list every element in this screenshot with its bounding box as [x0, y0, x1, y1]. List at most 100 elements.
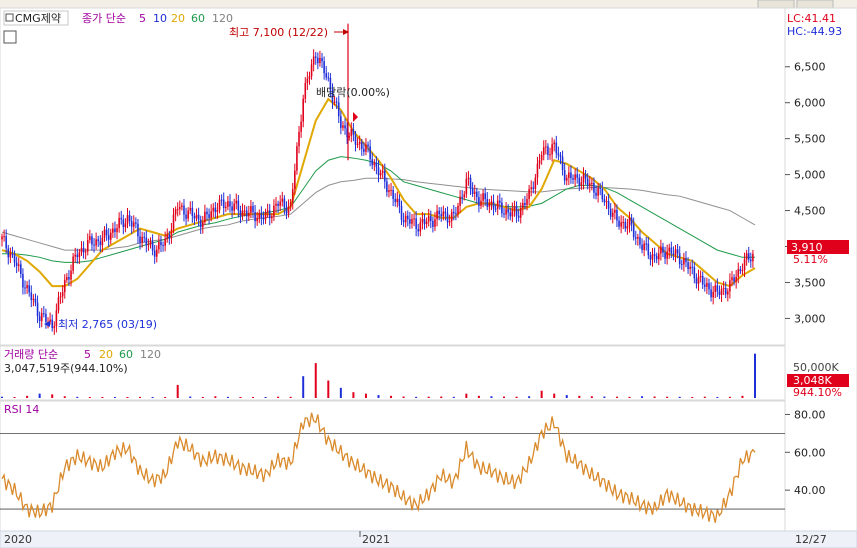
candle-body — [197, 214, 200, 220]
candle-body — [576, 174, 579, 178]
candle-body — [639, 237, 641, 245]
candle-body — [344, 125, 346, 129]
candle-body — [588, 183, 591, 186]
candle-body — [118, 217, 120, 229]
candle-body — [160, 241, 162, 246]
candle-body — [545, 146, 547, 148]
candle-body — [582, 174, 585, 183]
candle-body — [283, 198, 286, 208]
candle-body — [494, 208, 497, 210]
lc-label: LC:41.41 — [787, 12, 836, 25]
price-tick-label: 3,000 — [794, 312, 826, 325]
volume-bar — [528, 396, 531, 398]
candle-body — [68, 277, 70, 280]
volume-bar — [390, 395, 393, 398]
candle-body — [419, 222, 422, 232]
candle-body — [233, 203, 235, 211]
candle-body — [737, 269, 740, 277]
volume-bar — [226, 396, 229, 398]
candle-body — [599, 188, 602, 190]
candle-body — [515, 206, 518, 216]
candle-body — [674, 249, 677, 255]
candle-body — [99, 241, 102, 246]
candle-body — [80, 247, 83, 253]
price-tick-label: 4,500 — [794, 205, 826, 218]
candle-body — [704, 284, 706, 287]
candle-body — [312, 56, 315, 65]
x-axis-bar — [0, 530, 857, 548]
candle-body — [40, 313, 43, 322]
volume-bar — [151, 397, 154, 398]
candle-body — [693, 267, 696, 279]
candle-body — [279, 201, 281, 206]
price-tick-label: 3,500 — [794, 276, 826, 289]
candle-body — [74, 254, 77, 257]
volume-bar — [578, 395, 581, 398]
candle-body — [317, 57, 319, 64]
candle-body — [553, 142, 555, 145]
rsi-panel — [0, 400, 786, 532]
hc-label: HC:-44.93 — [787, 25, 842, 38]
candle-body — [275, 203, 277, 206]
candle-body — [680, 264, 683, 266]
candle-body — [724, 287, 727, 295]
candle-body — [363, 148, 365, 152]
volume-bar — [628, 396, 631, 398]
volume-bar — [327, 380, 330, 398]
candle-body — [499, 200, 501, 203]
candle-body — [231, 206, 233, 211]
candle-body — [13, 253, 16, 263]
candle-body — [206, 211, 208, 215]
candle-body — [229, 201, 231, 207]
candle-body — [718, 291, 721, 295]
candle-body — [82, 247, 85, 253]
candle-body — [137, 223, 139, 237]
candle-body — [243, 210, 246, 212]
candle-body — [618, 220, 620, 227]
candle-body — [473, 191, 476, 194]
checkbox-icon[interactable] — [5, 13, 14, 22]
candle-body — [281, 198, 284, 202]
volume-bar — [314, 363, 317, 398]
candle-body — [676, 249, 679, 254]
candle-body — [348, 135, 351, 138]
candle-body — [448, 221, 451, 223]
candle-body — [149, 241, 152, 245]
candle-body — [342, 125, 344, 128]
candle-body — [745, 253, 748, 260]
candle-body — [634, 237, 637, 239]
candle-body — [356, 144, 359, 146]
volume-bar — [728, 396, 731, 398]
candle-body — [335, 101, 338, 103]
candle-body — [235, 200, 238, 204]
candle-body — [480, 200, 482, 206]
candle-body — [394, 198, 397, 203]
ma120-legend: 120 — [212, 12, 233, 25]
candle-body — [662, 246, 664, 253]
buy-button[interactable] — [757, 0, 795, 9]
candle-body — [105, 229, 108, 236]
candle-body — [503, 213, 505, 215]
candle-body — [11, 253, 14, 255]
rsi-tick-label: 60.00 — [794, 446, 826, 459]
vol-ma120-legend: 120 — [140, 348, 161, 361]
candle-body — [321, 57, 323, 62]
candle-body — [406, 215, 409, 220]
candle-body — [505, 209, 507, 215]
sell-button[interactable] — [796, 0, 834, 9]
candle-body — [547, 146, 549, 155]
candle-body — [501, 202, 503, 214]
candle-body — [78, 252, 81, 258]
candle-body — [109, 232, 112, 240]
candle-body — [586, 178, 589, 186]
candle-body — [306, 78, 309, 83]
candle-body — [496, 200, 499, 209]
candle-body — [415, 218, 417, 229]
candle-body — [143, 236, 146, 238]
grid-toggle-icon[interactable] — [3, 30, 17, 44]
candle-body — [507, 209, 509, 213]
price-panel — [0, 7, 786, 346]
candle-body — [128, 215, 131, 222]
candle-body — [429, 216, 432, 221]
candle-body — [492, 201, 495, 209]
